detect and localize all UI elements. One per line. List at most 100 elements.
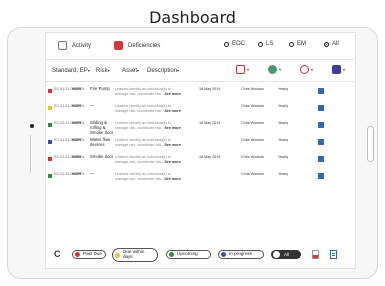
filter-bar: Standard, EP▾ Risk▾ Asset▾ Description▾ … [46,60,355,82]
table-row[interactable]: EC.01.01.01.EP01 HIGH Water flow devices Le… [46,135,355,152]
asset-cell: — [90,171,95,176]
radio-ls [258,41,263,47]
description-line: manage risk, coordinate risk...See more [115,92,191,97]
table-row[interactable]: EC.01.01.01.EP01 HIGH Smoke door Leaders id… [46,152,355,169]
see-more-link[interactable]: See more [164,160,181,164]
scope-all-label: All [332,41,339,47]
document-icon [58,41,67,50]
see-more-link[interactable]: See more [164,177,181,181]
upcoming-dot [169,252,174,257]
description-cell: Leaders identify an individual(s) to mana… [115,121,191,131]
chevron-down-icon: ▾ [311,67,314,72]
scope-em[interactable]: EM [289,41,306,47]
activity-list: EC.01.01.01.EP01 HIGH Fire Pump Leaders ide… [46,84,355,186]
risk-cell: HIGH [72,138,82,142]
show-all-toggle[interactable]: All [271,250,301,259]
table-row[interactable]: EC.01.01.01.EP01 HIGH — Leaders identify an… [46,101,355,118]
owner-cell: Chris Wookes [241,138,264,142]
table-row[interactable]: EC.01.01.01.EP01 HIGH — Leaders identify an… [46,169,355,186]
file-icon[interactable] [318,156,324,162]
description-cell: Leaders identify an individual(s) to mana… [115,155,191,165]
description-text: manage risk, coordinate risk... [115,108,165,113]
radio-eoc [224,41,229,47]
legend-upcoming[interactable]: Upcoming [166,250,211,259]
status-dot [48,140,52,144]
owner-cell: Chris Wookes [241,172,264,176]
table-row[interactable]: EC.01.01.01.EP01 HIGH Sliding & rolling & … [46,118,355,135]
see-more-link[interactable]: See more [164,143,181,147]
description-text: manage risk, coordinate risk... [115,159,165,164]
frequency-cell: Yearly [278,172,289,176]
legend-due-within-label: Due within days [123,249,145,259]
scope-eoc[interactable]: EOC [224,41,245,47]
date-cell: 18 May 2019 [199,121,221,125]
filter-description-label: Description [147,68,178,74]
filter-standard[interactable]: Standard, EP▾ [52,68,90,74]
user-filter[interactable]: ▾ [268,65,281,74]
page-title: Dashboard [149,8,236,27]
chevron-down-icon: ▾ [343,67,346,72]
filter-risk-label: Risk [96,68,108,74]
asset-cell: Smoke door [90,154,114,159]
pdf-icon[interactable] [312,250,319,259]
date-cell: 18 May 2019 [199,87,221,91]
filter-description[interactable]: Description▾ [147,68,179,74]
scope-ls[interactable]: LS [258,41,273,47]
status-legend: C Past Due Due within days Upcoming In p… [46,244,355,268]
doc-icon[interactable] [330,250,337,259]
description-line: manage risk, coordinate risk...See more [115,160,191,165]
see-more-link[interactable]: See more [164,126,181,130]
legend-in-progress[interactable]: In progress [218,250,264,259]
legend-past-due[interactable]: Past Due [72,250,106,259]
description-cell: Leaders identify an individual(s) to mana… [115,172,191,182]
description-cell: Leaders identify an individual(s) to mana… [115,87,191,97]
risk-cell: HIGH [72,172,82,176]
see-more-link[interactable]: See more [164,92,181,96]
app-logo: C [54,249,61,259]
tab-activity-label: Activity [72,42,92,49]
asset-cell: Water flow devices [90,137,111,147]
tab-deficiencies[interactable]: Deficiencies [114,41,160,50]
calendar-filter[interactable]: ▾ [236,65,249,74]
status-dot [48,174,52,178]
in-progress-dot [221,252,226,257]
description-text: manage risk, coordinate risk... [115,91,165,96]
file-icon[interactable] [318,105,324,111]
owner-cell: Chris Wookes [241,121,264,125]
clock-filter[interactable]: ▾ [300,65,313,74]
scope-all[interactable]: All [324,41,339,47]
file-icon[interactable] [318,122,324,128]
status-dot [48,106,52,110]
description-text: manage risk, coordinate risk... [115,176,165,181]
date-cell: 18 May 2019 [199,155,221,159]
file-filter[interactable]: ▾ [332,65,345,74]
file-icon[interactable] [318,173,324,179]
legend-upcoming-label: Upcoming [177,251,198,257]
see-more-link[interactable]: See more [164,109,181,113]
past-due-dot [75,252,80,257]
tab-activity[interactable]: Activity [58,41,91,50]
toggle-label: All [284,252,290,257]
scope-em-label: EM [297,41,306,47]
table-row[interactable]: EC.01.01.01.EP01 HIGH Fire Pump Leaders ide… [46,84,355,101]
legend-due-within[interactable]: Due within days [112,248,158,262]
chevron-down-icon: ▾ [107,68,110,73]
frequency-cell: Yearly [278,138,289,142]
filter-asset-label: Asset [122,68,138,74]
home-button[interactable] [367,126,374,162]
owner-cell: Chris Wookes [241,155,264,159]
filter-asset[interactable]: Asset▾ [122,68,139,74]
description-text: manage risk, coordinate risk... [115,125,165,130]
legend-past-due-label: Past Due [83,251,102,257]
risk-cell: HIGH [72,87,82,91]
radio-all [324,41,329,47]
chevron-down-icon: ▾ [247,67,250,72]
deficiency-icon [114,41,123,50]
file-icon[interactable] [318,88,324,94]
status-dot [48,123,52,127]
filter-risk[interactable]: Risk▾ [96,68,110,74]
description-line: manage risk, coordinate risk...See more [115,143,191,148]
file-icon[interactable] [318,139,324,145]
chevron-down-icon: ▾ [177,68,180,73]
description-line: manage risk, coordinate risk...See more [115,109,191,114]
